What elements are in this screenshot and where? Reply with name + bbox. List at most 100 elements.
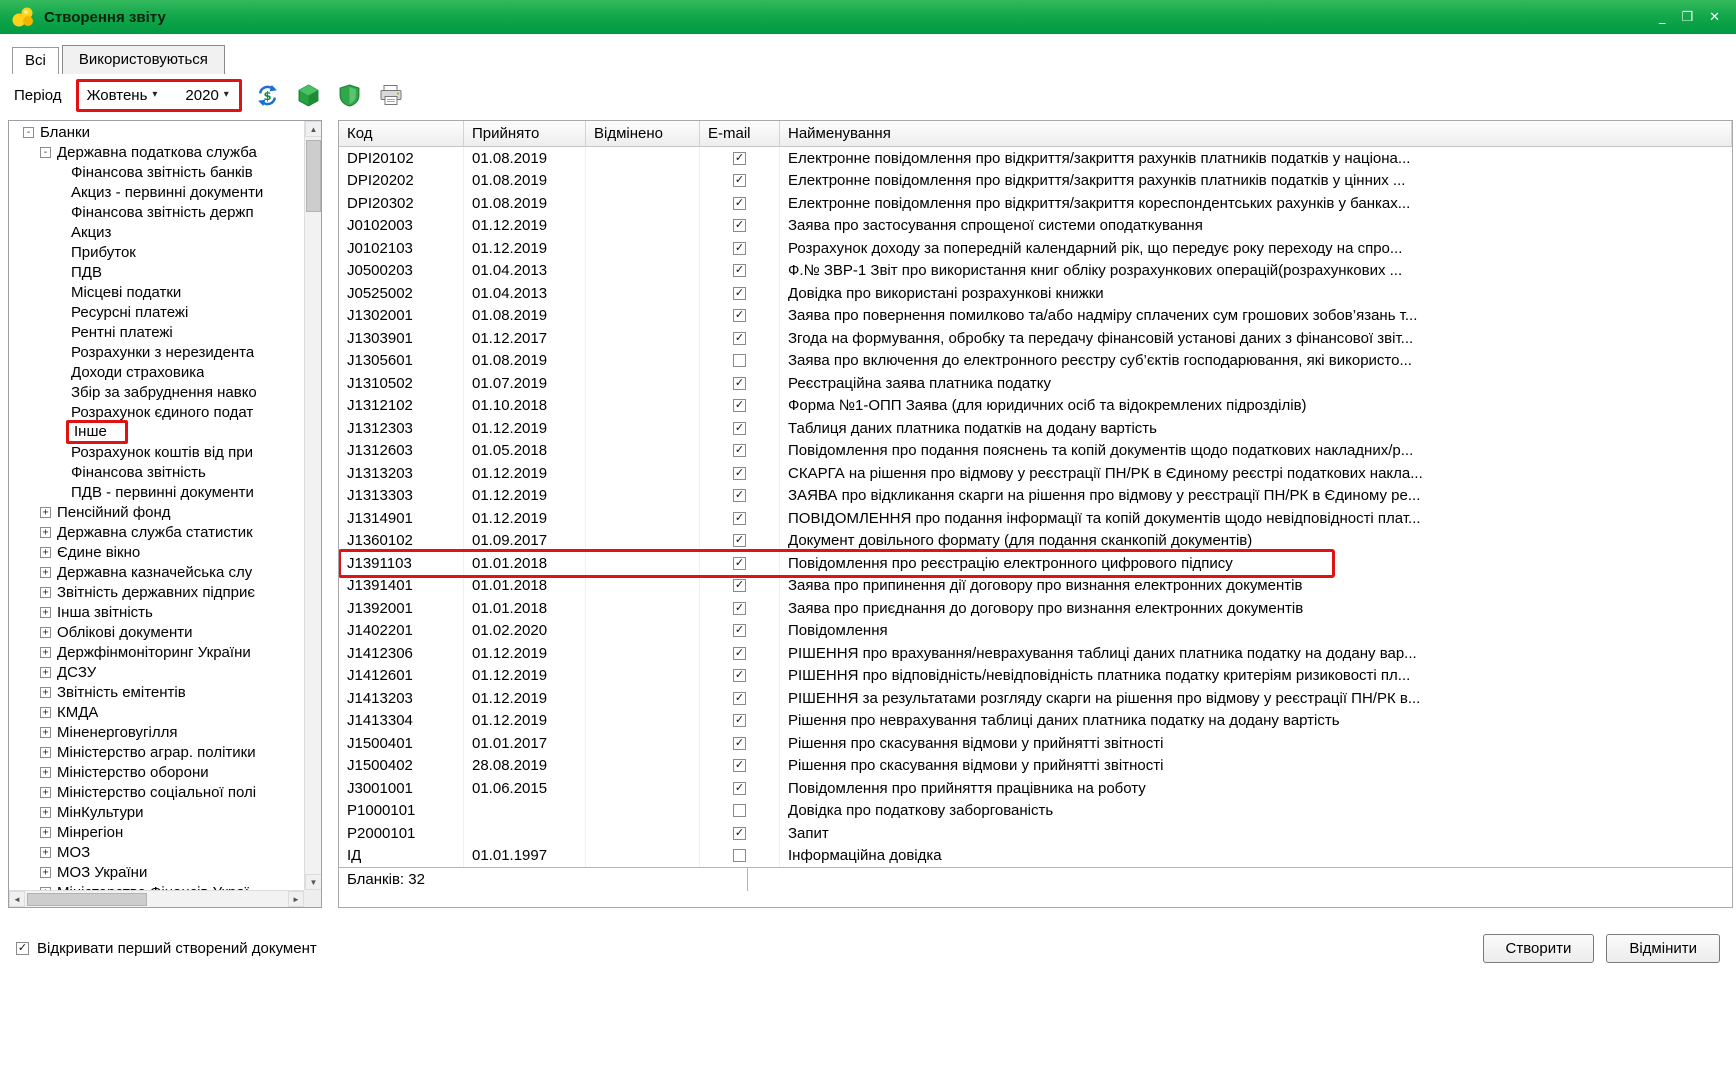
table-row[interactable]: J0102003 01.12.2019 ✓ Заява про застосуванн…	[339, 214, 1732, 237]
tree-item[interactable]: Інше	[9, 420, 304, 444]
tree-item[interactable]: + Міністерство оборони	[9, 762, 304, 782]
cancel-button[interactable]: Відмінити	[1606, 934, 1720, 963]
maximize-button[interactable]: ❒	[1681, 11, 1693, 24]
table-row[interactable]: J1391401 01.01.2018 ✓ Заява про припинення …	[339, 574, 1732, 597]
tree-item[interactable]: + Інша звітність	[9, 602, 304, 622]
table-row[interactable]: DPI20102 01.08.2019 ✓ Електронне повідомлен…	[339, 147, 1732, 170]
tab-all[interactable]: Всі	[12, 47, 59, 74]
tree-item[interactable]: Ресурсні платежі	[9, 302, 304, 322]
table-row[interactable]: J1412306 01.12.2019 ✓ РІШЕННЯ про врахуванн…	[339, 642, 1732, 665]
email-checkbox[interactable]: ✓	[733, 151, 746, 165]
tree-item[interactable]: Місцеві податки	[9, 282, 304, 302]
table-row[interactable]: J1412601 01.12.2019 ✓ РІШЕННЯ про відповідн…	[339, 664, 1732, 687]
expand-icon[interactable]: +	[40, 706, 51, 718]
scroll-down-arrow[interactable]: ▼	[305, 874, 321, 890]
tree-item[interactable]: + Держфінмоніторинг України	[9, 642, 304, 662]
table-row[interactable]: J1312102 01.10.2018 ✓ Форма №1-ОПП Заява (д…	[339, 394, 1732, 417]
table-row[interactable]: J1303901 01.12.2017 ✓ Згода на формування, …	[339, 327, 1732, 350]
email-checkbox[interactable]: ✓	[733, 646, 746, 660]
tree-item[interactable]: ПДВ	[9, 262, 304, 282]
tree-item[interactable]: + Пенсійний фонд	[9, 502, 304, 522]
tree-item[interactable]: Прибуток	[9, 242, 304, 262]
column-header-cancelled[interactable]: Відмінено	[586, 121, 700, 146]
expand-icon[interactable]: +	[40, 626, 51, 638]
green-package-icon[interactable]	[297, 83, 321, 107]
expand-icon[interactable]: +	[40, 806, 51, 818]
tree-item[interactable]: Акциз	[9, 222, 304, 242]
open-first-document-option[interactable]: ✓ Відкривати перший створений документ	[16, 940, 317, 957]
email-checkbox[interactable]: ✓	[733, 691, 746, 705]
vertical-scroll-thumb[interactable]	[306, 140, 321, 212]
table-row[interactable]: J0525002 01.04.2013 ✓ Довідка про використа…	[339, 282, 1732, 305]
table-row[interactable]: P1000101 Довідка про податкову заборгован…	[339, 799, 1732, 822]
email-checkbox[interactable]: ✓	[733, 714, 746, 728]
scroll-right-arrow[interactable]: ►	[288, 891, 304, 907]
expand-icon[interactable]: +	[40, 786, 51, 798]
tree-item[interactable]: + Державна служба статистик	[9, 522, 304, 542]
tree-item[interactable]: + Звітність державних підприє	[9, 582, 304, 602]
email-checkbox[interactable]: ✓	[733, 466, 746, 480]
tree-item[interactable]: Розрахунок коштів від при	[9, 442, 304, 462]
tree-item[interactable]: Рентні платежі	[9, 322, 304, 342]
table-row[interactable]: J1391103 01.01.2018 ✓ Повідомлення про реєс…	[339, 549, 1732, 578]
email-checkbox[interactable]	[733, 354, 746, 368]
email-checkbox[interactable]: ✓	[733, 219, 746, 233]
email-checkbox[interactable]: ✓	[733, 489, 746, 503]
shield-icon[interactable]	[338, 83, 362, 107]
table-row[interactable]: J1500401 01.01.2017 ✓ Рішення про скасуванн…	[339, 732, 1732, 755]
tree-item[interactable]: Доходи страховика	[9, 362, 304, 382]
exchange-rates-icon[interactable]: $	[256, 83, 280, 107]
email-checkbox[interactable]: ✓	[733, 781, 746, 795]
column-header-accepted[interactable]: Прийнято	[464, 121, 586, 146]
expand-icon[interactable]: +	[40, 746, 51, 758]
column-header-name[interactable]: Найменування	[780, 121, 1732, 146]
tree-item[interactable]: + МОЗ	[9, 842, 304, 862]
table-row[interactable]: J0102103 01.12.2019 ✓ Розрахунок доходу за …	[339, 237, 1732, 260]
email-checkbox[interactable]: ✓	[733, 556, 746, 570]
expand-icon[interactable]: +	[40, 666, 51, 678]
tree-item[interactable]: + Звітність емітентів	[9, 682, 304, 702]
tree-item[interactable]: + Міністерство соціальної полі	[9, 782, 304, 802]
email-checkbox[interactable]: ✓	[733, 286, 746, 300]
table-row[interactable]: J1312603 01.05.2018 ✓ Повідомлення про пода…	[339, 439, 1732, 462]
table-row[interactable]: J1312303 01.12.2019 ✓ Таблиця даних платник…	[339, 417, 1732, 440]
table-row[interactable]: ІД 01.01.1997 Інформаційна довідка	[339, 844, 1732, 867]
tree-item[interactable]: +Міністерство Фінансів Украї	[9, 882, 304, 890]
table-row[interactable]: J1392001 01.01.2018 ✓ Заява про приєднання …	[339, 597, 1732, 620]
table-row[interactable]: J1313303 01.12.2019 ✓ ЗАЯВА про відкликання…	[339, 484, 1732, 507]
email-checkbox[interactable]	[733, 849, 746, 863]
table-row[interactable]: J1413203 01.12.2019 ✓ РІШЕННЯ за результата…	[339, 687, 1732, 710]
email-checkbox[interactable]: ✓	[733, 534, 746, 548]
table-row[interactable]: DPI20302 01.08.2019 ✓ Електронне повідомлен…	[339, 192, 1732, 215]
expand-icon[interactable]: +	[40, 646, 51, 658]
create-button[interactable]: Створити	[1482, 934, 1595, 963]
close-button[interactable]: ✕	[1709, 11, 1720, 24]
collapse-icon[interactable]: -	[40, 146, 51, 158]
table-row[interactable]: J1413304 01.12.2019 ✓ Рішення про неврахува…	[339, 709, 1732, 732]
expand-icon[interactable]: +	[40, 866, 51, 878]
tree-horizontal-scrollbar[interactable]: ◄ ►	[9, 890, 304, 907]
email-checkbox[interactable]: ✓	[733, 669, 746, 683]
tree-item[interactable]: + Мінрегіон	[9, 822, 304, 842]
expand-icon[interactable]: +	[40, 526, 51, 538]
tree-item[interactable]: + Облікові документи	[9, 622, 304, 642]
open-first-document-checkbox[interactable]: ✓	[16, 942, 29, 955]
column-header-email[interactable]: E-mail	[700, 121, 780, 146]
expand-icon[interactable]: +	[40, 586, 51, 598]
expand-icon[interactable]: +	[40, 686, 51, 698]
minimize-button[interactable]: _	[1659, 11, 1666, 24]
tree-item[interactable]: + Єдине вікно	[9, 542, 304, 562]
tree-item[interactable]: + ДСЗУ	[9, 662, 304, 682]
email-checkbox[interactable]: ✓	[733, 421, 746, 435]
tree-item[interactable]: Розрахунок єдиного подат	[9, 402, 304, 422]
year-select[interactable]: 2020 ▾	[185, 86, 229, 104]
tree-item[interactable]: - Державна податкова служба	[9, 142, 304, 162]
tree-item[interactable]: - Бланки	[9, 122, 304, 142]
email-checkbox[interactable]: ✓	[733, 399, 746, 413]
tree-item[interactable]: + Міненерговугілля	[9, 722, 304, 742]
column-header-code[interactable]: Код	[339, 121, 464, 146]
email-checkbox[interactable]: ✓	[733, 826, 746, 840]
email-checkbox[interactable]: ✓	[733, 759, 746, 773]
tree-item[interactable]: + КМДА	[9, 702, 304, 722]
email-checkbox[interactable]: ✓	[733, 444, 746, 458]
